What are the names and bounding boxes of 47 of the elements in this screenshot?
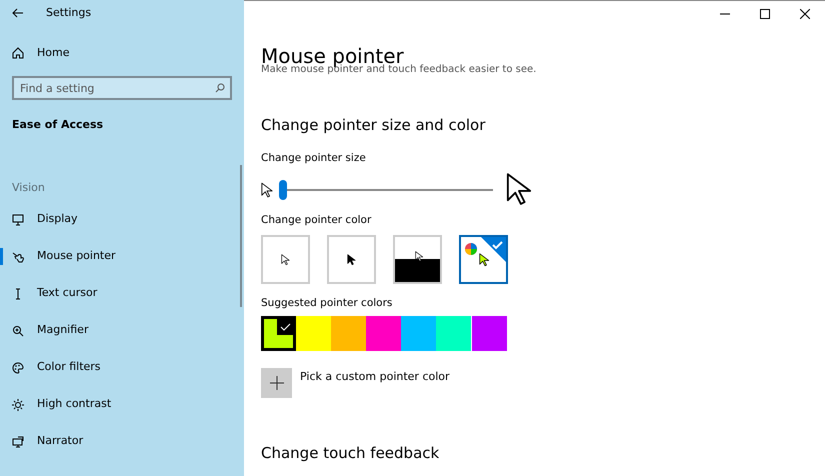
custom-color-label: Pick a custom pointer color bbox=[300, 368, 450, 385]
slider-thumb[interactable] bbox=[279, 180, 287, 200]
color-swatch[interactable] bbox=[331, 316, 366, 351]
close-icon bbox=[800, 9, 810, 19]
color-swatch[interactable] bbox=[472, 316, 507, 351]
plus-icon bbox=[270, 376, 284, 390]
filled-pointer-icon bbox=[347, 254, 356, 266]
palette-icon bbox=[12, 362, 24, 374]
maximize-icon bbox=[760, 9, 770, 19]
back-arrow-icon bbox=[12, 8, 24, 18]
add-color-button[interactable] bbox=[261, 368, 292, 398]
small-pointer-icon bbox=[261, 180, 273, 200]
pointer-color-option[interactable] bbox=[459, 235, 508, 284]
search-field[interactable]: Find a setting bbox=[12, 76, 232, 100]
outline-pointer-icon bbox=[281, 254, 290, 266]
monitor-icon bbox=[12, 214, 24, 226]
color-swatch[interactable] bbox=[366, 316, 402, 351]
hand-pointer-icon bbox=[12, 250, 24, 262]
nav-item[interactable]: High contrast bbox=[0, 386, 244, 423]
sun-icon bbox=[12, 398, 24, 410]
window-title: Settings bbox=[46, 4, 92, 21]
checkmark-icon bbox=[277, 318, 293, 335]
magnifier-icon bbox=[12, 324, 24, 336]
section-heading: Change pointer size and color bbox=[261, 115, 486, 136]
narrator-icon bbox=[12, 436, 24, 448]
slider[interactable] bbox=[279, 180, 493, 200]
slider-label: Change pointer size bbox=[261, 150, 367, 166]
section-label: Suggested pointer colors bbox=[261, 296, 394, 311]
nav-item[interactable]: Narrator bbox=[0, 423, 244, 460]
home-icon bbox=[12, 47, 24, 59]
search-icon bbox=[215, 83, 225, 93]
section-heading: Change touch feedback bbox=[261, 442, 440, 464]
nav-item[interactable]: Display bbox=[0, 201, 244, 238]
nav-item[interactable]: Text cursor bbox=[0, 275, 244, 312]
section-title: Ease of Access bbox=[11, 117, 104, 133]
color-swatch[interactable] bbox=[401, 316, 436, 351]
group-label: Vision bbox=[11, 180, 46, 196]
home-link[interactable]: Home bbox=[0, 38, 244, 68]
section-label: Change pointer color bbox=[261, 213, 372, 228]
nav-item[interactable]: Color filters bbox=[0, 349, 244, 386]
color-swatch[interactable] bbox=[436, 316, 472, 351]
nav-item[interactable]: Mouse pointer bbox=[0, 238, 244, 275]
back-button[interactable] bbox=[12, 8, 24, 18]
nav-item[interactable]: Magnifier bbox=[0, 312, 244, 349]
color-swatch[interactable] bbox=[296, 316, 332, 351]
scrollbar[interactable] bbox=[240, 165, 242, 307]
color-swatch[interactable] bbox=[261, 316, 296, 351]
